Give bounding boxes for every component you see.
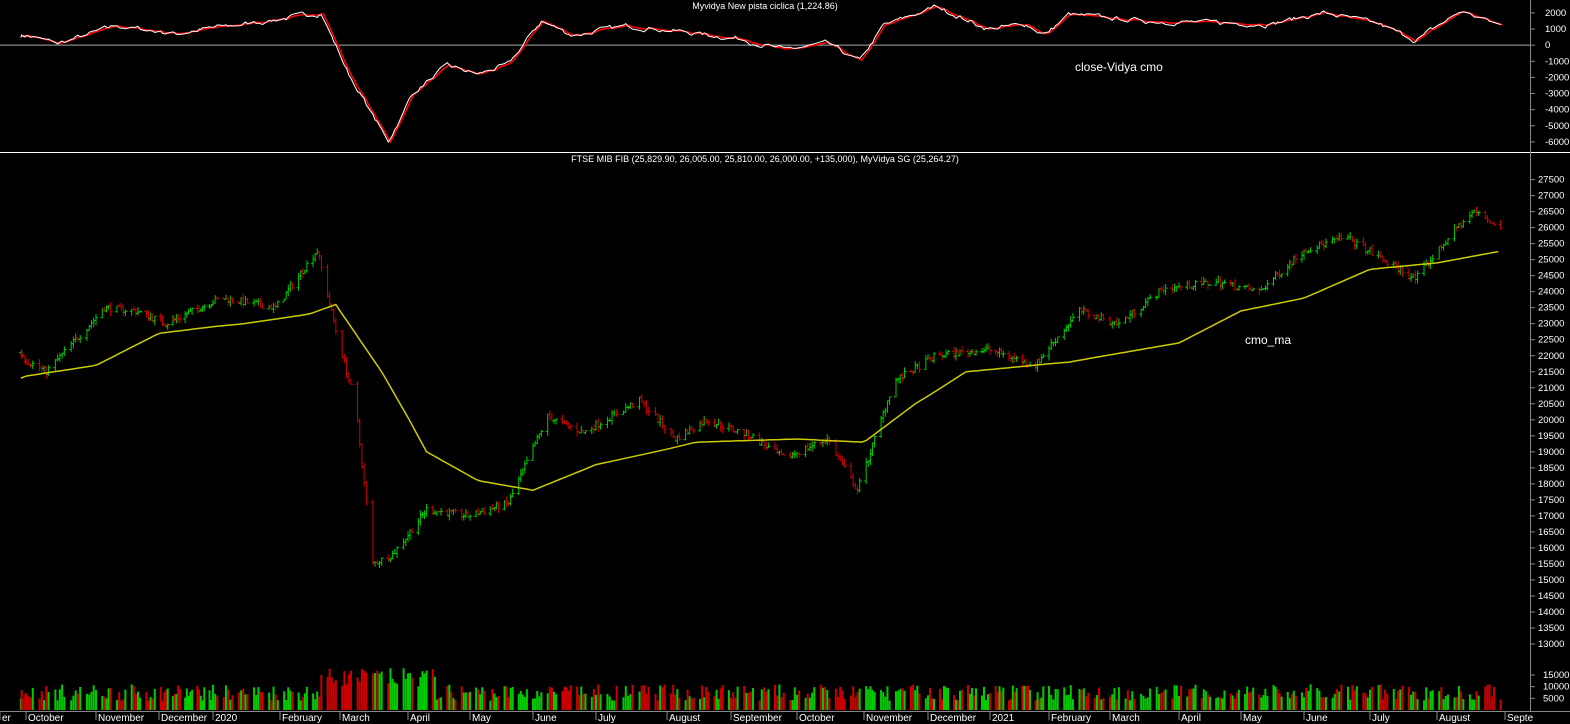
price-tick-label: 19500 [1538, 431, 1564, 442]
osc-tick-label: -5000 [1545, 121, 1569, 132]
x-tick-label: June [535, 713, 557, 724]
x-tick-label: Septe [1507, 713, 1534, 724]
price-tick-label: 20000 [1538, 415, 1564, 426]
osc-tick-label: -6000 [1545, 137, 1569, 148]
x-tick-label: October [28, 713, 64, 724]
price-tick-label: 21000 [1538, 383, 1564, 394]
x-tick-label: April [410, 713, 430, 724]
price-title: FTSE MIB FIB (25,829.90, 26,005.00, 25,8… [571, 154, 959, 164]
chart-canvas: 200010000-1000-2000-3000-4000-5000-6000 … [0, 0, 1570, 724]
osc-tick-label: -1000 [1545, 56, 1569, 67]
x-tick-label: March [342, 713, 370, 724]
price-tick-label: 25000 [1538, 255, 1564, 266]
price-tick-label: 13500 [1538, 623, 1564, 634]
price-tick-label: 14000 [1538, 607, 1564, 618]
price-tick-label: 16500 [1538, 527, 1564, 538]
x-tick-label: August [669, 713, 700, 724]
price-tick-label: 15000 [1538, 575, 1564, 586]
volume-tick-label: 10000 [1543, 682, 1569, 693]
price-tick-label: 22500 [1538, 335, 1564, 346]
price-tick-label: 13000 [1538, 639, 1564, 650]
x-tick-label: March [1112, 713, 1140, 724]
chart-background [0, 0, 1570, 724]
price-tick-label: 18000 [1538, 479, 1564, 490]
x-tick-label: December [161, 713, 208, 724]
volume-tick-label: 15000 [1543, 670, 1569, 681]
x-tick-label: er [2, 713, 12, 724]
price-tick-label: 14500 [1538, 591, 1564, 602]
price-tick-label: 24500 [1538, 271, 1564, 282]
osc-tick-label: -4000 [1545, 105, 1569, 116]
osc-tick-label: 2000 [1545, 8, 1566, 19]
price-tick-label: 22000 [1538, 351, 1564, 362]
osc-tick-label: 0 [1545, 40, 1550, 51]
oscillator-annotation: close-Vidya cmo [1075, 60, 1163, 74]
price-tick-label: 26000 [1538, 223, 1564, 234]
x-tick-label: July [598, 713, 616, 724]
price-tick-label: 21500 [1538, 367, 1564, 378]
x-tick-label: February [282, 713, 322, 724]
x-tick-label: November [866, 713, 913, 724]
x-tick-label: April [1181, 713, 1201, 724]
price-tick-label: 24000 [1538, 287, 1564, 298]
osc-tick-label: -2000 [1545, 72, 1569, 83]
x-tick-label: November [98, 713, 145, 724]
price-tick-label: 23500 [1538, 303, 1564, 314]
x-tick-label: October [799, 713, 835, 724]
osc-tick-label: 1000 [1545, 24, 1566, 35]
x-tick-label: July [1372, 713, 1390, 724]
x-tick-label: 2021 [992, 713, 1015, 724]
x-tick-label: May [472, 713, 491, 724]
price-tick-label: 17500 [1538, 495, 1564, 506]
price-tick-label: 27500 [1538, 175, 1564, 186]
price-tick-label: 26500 [1538, 207, 1564, 218]
x-tick-label: September [733, 713, 783, 724]
price-tick-label: 27000 [1538, 191, 1564, 202]
price-tick-label: 15500 [1538, 559, 1564, 570]
x-tick-label: February [1051, 713, 1091, 724]
oscillator-title: Myvidya New pista ciclica (1,224.86) [692, 1, 838, 11]
x-tick-label: June [1306, 713, 1328, 724]
price-tick-label: 16000 [1538, 543, 1564, 554]
volume-tick-label: 5000 [1543, 693, 1564, 704]
price-annotation: cmo_ma [1245, 333, 1291, 347]
price-tick-label: 19000 [1538, 447, 1564, 458]
price-tick-label: 18500 [1538, 463, 1564, 474]
price-tick-label: 25500 [1538, 239, 1564, 250]
osc-tick-label: -3000 [1545, 89, 1569, 100]
price-tick-label: 17000 [1538, 511, 1564, 522]
x-tick-label: December [930, 713, 977, 724]
x-tick-label: May [1243, 713, 1262, 724]
x-tick-label: 2020 [215, 713, 238, 724]
price-tick-label: 23000 [1538, 319, 1564, 330]
price-tick-label: 20500 [1538, 399, 1564, 410]
x-tick-label: August [1439, 713, 1470, 724]
